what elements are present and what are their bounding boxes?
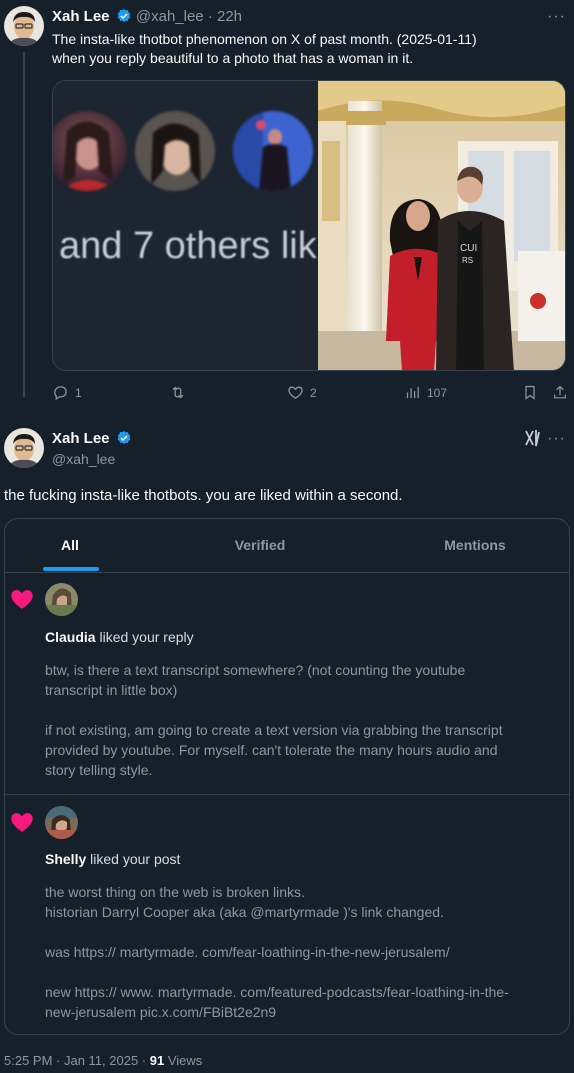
tab-mentions[interactable]: Mentions <box>405 519 545 572</box>
notification-title: Shelly liked your post <box>45 851 180 867</box>
like-button[interactable]: 2 <box>287 384 317 401</box>
avatar[interactable] <box>4 428 44 468</box>
notification-body-line: the worst thing on the web is broken lin… <box>45 884 305 900</box>
embedded-notifications-screenshot[interactable]: All Verified Mentions Claudia liked your… <box>4 518 570 1035</box>
bookmark-icon <box>525 385 535 400</box>
like-icon <box>288 386 303 399</box>
notification-action: liked your post <box>90 851 181 867</box>
tweet-header: Xah Lee @xah_lee · 22h <box>52 8 242 29</box>
tweet-header: Xah Lee <box>52 430 132 451</box>
media-photo[interactable]: CUI RS <box>318 81 565 370</box>
notification-body-line: transcript in little box) <box>45 682 178 698</box>
blurred-avatar <box>53 111 127 191</box>
tweet-media[interactable]: and 7 others lik CUI RS <box>52 80 566 371</box>
thread-connector <box>23 52 25 397</box>
tab-all[interactable]: All <box>5 519 135 572</box>
author-handle[interactable]: @xah_lee <box>136 8 204 25</box>
avatar[interactable] <box>4 6 44 46</box>
notification-body-line: if not existing, am going to create a te… <box>45 722 503 738</box>
views-icon <box>406 386 419 399</box>
tweet-time[interactable]: 22h <box>217 8 242 25</box>
notification-body-line: provided by youtube. For myself. can't t… <box>45 742 498 758</box>
bookmark-button[interactable] <box>522 384 538 401</box>
notification-body-line: historian Darryl Cooper aka (aka @martyr… <box>45 904 444 920</box>
grok-icon[interactable] <box>524 428 542 453</box>
author-name[interactable]: Xah Lee <box>52 430 110 447</box>
notification-item[interactable]: Claudia liked your reply btw, is there a… <box>5 573 569 795</box>
reply-icon <box>54 386 67 401</box>
notification-body-line: btw, is there a text transcript somewher… <box>45 662 466 678</box>
notification-body-line: new-jerusalem pic.x.com/FBiBt2e2n9 <box>45 1004 277 1020</box>
notification-body: btw, is there a text transcript somewher… <box>45 660 560 780</box>
tab-verified[interactable]: Verified <box>185 519 335 572</box>
tweet-text: The insta-like thotbot phenomenon on X o… <box>52 30 567 68</box>
tweet-text-line: when you reply beautiful to a photo that… <box>52 50 414 66</box>
heart-icon <box>11 590 33 609</box>
separator-dot: · <box>207 8 213 25</box>
tweet-meta: 5:25 PM · Jan 11, 2025 · 91 Views <box>4 1053 202 1068</box>
views-count: 107 <box>427 385 448 400</box>
share-icon <box>554 385 566 399</box>
tweet-views-count: 91 <box>149 1053 165 1068</box>
reply-count: 1 <box>75 385 82 400</box>
active-tab-indicator <box>43 567 99 571</box>
tweet-views-label: Views <box>167 1053 203 1068</box>
share-button[interactable] <box>552 384 568 401</box>
notification-title: Claudia liked your reply <box>45 629 194 645</box>
svg-text:RS: RS <box>462 256 473 265</box>
likes-overlay-text: and 7 others lik <box>59 225 317 267</box>
blurred-avatar <box>135 111 215 191</box>
notification-body: the worst thing on the web is broken lin… <box>45 882 560 1022</box>
more-icon[interactable]: ··· <box>547 430 566 448</box>
heart-icon <box>11 813 33 832</box>
notification-body-line: was https:// martyrmade. com/fear-loathi… <box>45 944 450 960</box>
tweet-text-line: The insta-like thotbot phenomenon on X o… <box>52 31 477 47</box>
media-likes-screenshot[interactable]: and 7 others lik <box>53 81 318 370</box>
more-icon[interactable]: ··· <box>547 8 566 26</box>
notification-body-line: new https:// www. martyrmade. com/featur… <box>45 984 509 1000</box>
views-button[interactable]: 107 <box>404 384 447 401</box>
svg-text:CUI: CUI <box>460 243 477 254</box>
verified-badge-icon <box>116 8 132 29</box>
notification-user[interactable]: Shelly <box>45 851 86 867</box>
tweet-actions: 1 2 107 <box>52 384 572 406</box>
notification-item[interactable]: Shelly liked your post the worst thing o… <box>5 795 569 1034</box>
like-count: 2 <box>310 385 317 400</box>
notification-body-line: story telling style. <box>45 762 153 778</box>
notification-action: liked your reply <box>99 629 194 645</box>
reply-button[interactable]: 1 <box>52 384 82 401</box>
notification-user[interactable]: Claudia <box>45 629 96 645</box>
verified-badge-icon <box>116 430 132 451</box>
tweet-text: the fucking insta-like thotbots. you are… <box>4 487 403 504</box>
retweet-button[interactable] <box>169 384 193 401</box>
blurred-avatar <box>233 111 313 191</box>
avatar[interactable] <box>45 583 78 616</box>
avatar[interactable] <box>45 806 78 839</box>
retweet-icon <box>172 386 184 399</box>
notification-tabs: All Verified Mentions <box>5 519 569 573</box>
tweet-timestamp[interactable]: 5:25 PM · Jan 11, 2025 · <box>4 1053 146 1068</box>
author-handle[interactable]: @xah_lee <box>52 451 115 467</box>
author-name[interactable]: Xah Lee <box>52 8 110 25</box>
